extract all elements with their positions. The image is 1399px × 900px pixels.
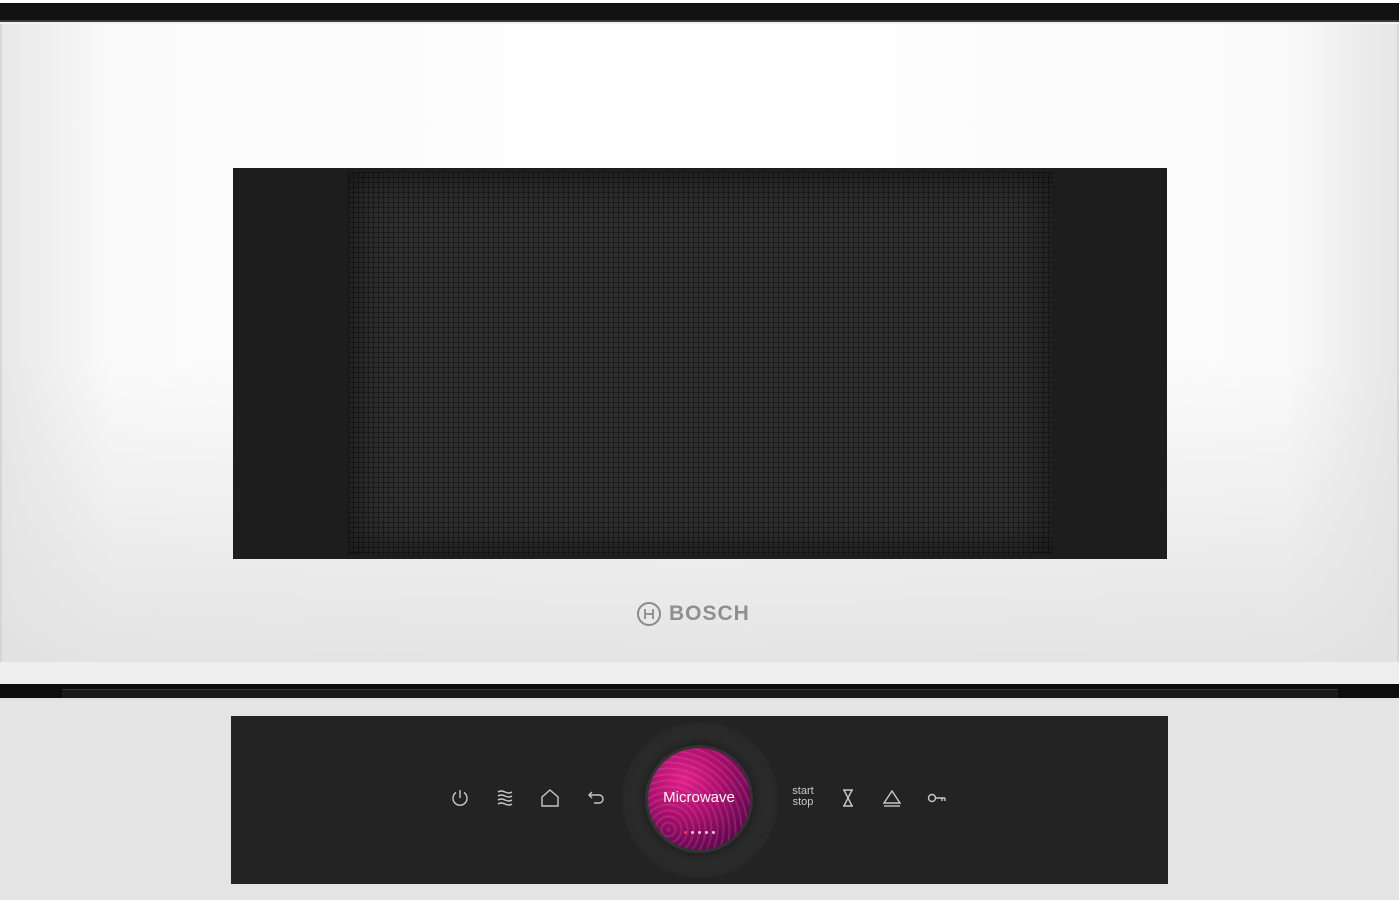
key-icon	[927, 793, 946, 803]
start-stop-button[interactable]: start stop	[787, 786, 819, 812]
stop-label: stop	[792, 796, 814, 808]
brand-name: BOSCH	[669, 602, 750, 625]
back-button[interactable]	[581, 783, 611, 813]
home-button[interactable]	[535, 783, 565, 813]
door-handle-gap	[62, 689, 1338, 698]
timer-button[interactable]	[833, 783, 863, 813]
page-dot	[691, 831, 694, 834]
microwave-mode-button[interactable]	[490, 783, 520, 813]
bosch-armature-icon	[637, 602, 661, 626]
child-lock-button[interactable]	[922, 783, 952, 813]
page-dot	[712, 831, 715, 834]
window-mesh	[348, 172, 1053, 555]
viewing-window	[233, 168, 1167, 559]
hourglass-icon	[843, 789, 853, 807]
brand-logo: BOSCH	[637, 600, 750, 628]
dial-page-indicator	[684, 831, 715, 834]
power-button[interactable]	[445, 783, 475, 813]
home-icon	[541, 789, 559, 807]
page-dot	[705, 831, 708, 834]
mode-dial[interactable]: Microwave	[648, 748, 750, 850]
page-dot	[684, 831, 687, 834]
dial-mode-label: Microwave	[663, 789, 735, 806]
power-icon	[452, 790, 468, 806]
page-dot	[698, 831, 701, 834]
top-trim	[0, 0, 1399, 24]
triangle-icon	[882, 789, 902, 807]
back-arrow-icon	[588, 791, 604, 804]
microwave-waves-icon	[497, 790, 513, 806]
info-button[interactable]	[877, 783, 907, 813]
